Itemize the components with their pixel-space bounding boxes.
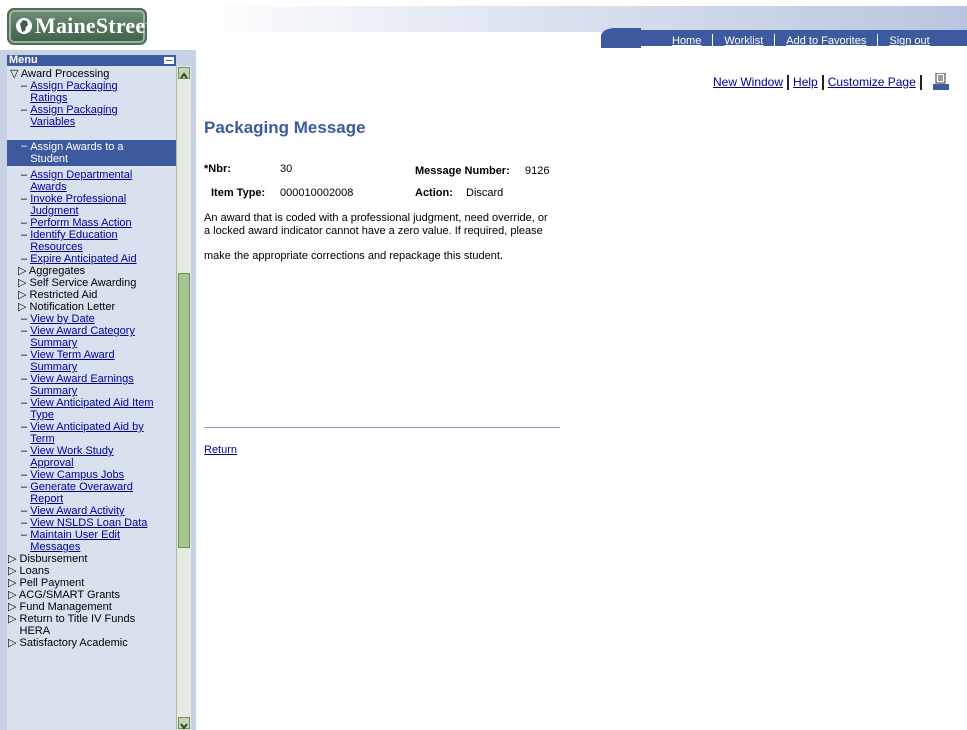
nav-separator [877, 34, 879, 48]
menu-item-assign-awards-to-a-student[interactable]: – Assign Awards to a Student [7, 140, 176, 166]
menu-folder-acg-smart-grants[interactable]: ▷ ACG/SMART Grants [8, 589, 176, 601]
menu-title: Menu [9, 54, 38, 66]
nav-home[interactable]: Home [672, 35, 701, 47]
menu-folder-return-to-title-iv-funds-hera[interactable]: ▷ Return to Title IV Funds HERA [8, 613, 176, 637]
menu-folder-award-processing[interactable]: ▽ Award Processing [10, 68, 176, 80]
expanded-triangle-icon: ▽ [10, 68, 21, 80]
menu-item-assign-departmental-awards[interactable]: – Assign Departmental Awards [21, 169, 176, 193]
collapsed-triangle-icon: ▷ [8, 589, 19, 601]
collapsed-triangle-icon: ▷ [8, 637, 20, 649]
help-link[interactable]: Help [793, 75, 818, 89]
collapsed-triangle-icon: ▷ [18, 277, 30, 289]
menu-folder-disbursement[interactable]: ▷ Disbursement [8, 553, 176, 565]
menu-folder-pell-payment[interactable]: ▷ Pell Payment [8, 577, 176, 589]
collapsed-triangle-icon: ▷ [8, 553, 20, 565]
maine-state-icon [16, 18, 32, 34]
menu-scrollbar[interactable] [176, 66, 191, 730]
nav-separator [774, 34, 776, 48]
menu-item-assign-packaging-ratings[interactable]: – Assign Packaging Ratings [21, 80, 176, 104]
nav-sign-out[interactable]: Sign out [889, 35, 929, 47]
collapsed-triangle-icon: ▷ [8, 601, 20, 613]
menu-folder-notification-letter[interactable]: ▷ Notification Letter [18, 301, 176, 313]
chevron-up-icon [180, 72, 188, 79]
link-separator [821, 75, 824, 91]
link-separator [919, 75, 922, 91]
message-number-label: Message Number: [415, 165, 510, 177]
scroll-thumb[interactable] [178, 273, 190, 548]
collapsed-triangle-icon: ▷ [8, 577, 20, 589]
action-value: Discard [466, 187, 504, 199]
menu-folder-restricted-aid[interactable]: ▷ Restricted Aid [18, 289, 176, 301]
menu-item-invoke-professional-judgment[interactable]: – Invoke Professional Judgment [21, 193, 176, 217]
customize-page-link[interactable]: Customize Page [828, 75, 916, 89]
menu-item-view-campus-jobs[interactable]: – View Campus Jobs [21, 469, 176, 481]
menu-item-view-term-award-summary[interactable]: – View Term Award Summary [21, 349, 176, 373]
brand-name: MaineStreet [35, 13, 153, 38]
nav-add-to-favorites[interactable]: Add to Favorites [786, 35, 866, 47]
menu-folder-satisfactory-academic[interactable]: ▷ Satisfactory Academic [8, 637, 176, 649]
menu-item-perform-mass-action[interactable]: – Perform Mass Action [21, 217, 176, 229]
collapsed-triangle-icon: ▷ [18, 289, 30, 301]
menu-tree: ▽ Award Processing – Assign Packaging Ra… [7, 66, 176, 730]
chevron-down-icon [180, 723, 188, 730]
menu-item-expire-anticipated-aid[interactable]: – Expire Anticipated Aid [21, 253, 176, 265]
action-label: Action: [415, 187, 453, 199]
item-type-value: 000010002008 [280, 187, 354, 199]
menu-folder-aggregates[interactable]: ▷ Aggregates [18, 265, 176, 277]
menu-header: Menu [7, 55, 176, 66]
menu-item-view-by-date[interactable]: – View by Date [21, 313, 176, 325]
collapsed-triangle-icon: ▷ [18, 301, 30, 313]
collapsed-triangle-icon: ▷ [18, 265, 29, 277]
menu-folder-loans[interactable]: ▷ Loans [8, 565, 176, 577]
menu-item-view-anticipated-aid-by-term[interactable]: – View Anticipated Aid by Term [21, 421, 176, 445]
message-number-value: 9126 [525, 165, 550, 177]
scroll-up-button[interactable] [178, 67, 190, 79]
page-title: Packaging Message [204, 118, 366, 137]
item-type-label: Item Type: [211, 187, 266, 199]
menu-item-assign-packaging-variables[interactable]: – Assign Packaging Variables [21, 104, 176, 128]
brand-area: MaineStreet [0, 0, 196, 50]
menu-item-view-work-study-approval[interactable]: – View Work Study Approval [21, 445, 176, 469]
menu-item-identify-education-resources[interactable]: – Identify Education Resources [21, 229, 176, 253]
menu-folder-self-service-awarding[interactable]: ▷ Self Service Awarding [18, 277, 176, 289]
top-banner: Home Worklist Add to Favorites Sign out [196, 0, 967, 50]
scroll-down-button[interactable] [178, 717, 190, 730]
return-link[interactable]: Return [204, 444, 237, 456]
menu-item-view-award-activity[interactable]: – View Award Activity [21, 505, 176, 517]
menu-item-view-anticipated-aid-item-type[interactable]: – View Anticipated Aid Item Type [21, 397, 176, 421]
menu-panel: Menu ▽ Award Processing – Assign Packagi… [0, 50, 196, 730]
link-separator [787, 75, 790, 91]
divider [204, 427, 560, 428]
new-window-link[interactable]: New Window [713, 75, 783, 89]
menu-item-view-award-category-summary[interactable]: – View Award Category Summary [21, 325, 176, 349]
collapsed-triangle-icon: ▷ [8, 613, 20, 625]
menu-item-view-award-earnings-summary[interactable]: – View Award Earnings Summary [21, 373, 176, 397]
nbr-value: 30 [280, 163, 293, 175]
menu-folder-fund-management[interactable]: ▷ Fund Management [8, 601, 176, 613]
menu-item-view-nslds-loan-data[interactable]: – View NSLDS Loan Data [21, 517, 176, 529]
nav-worklist[interactable]: Worklist [724, 35, 763, 47]
collapsed-triangle-icon: ▷ [8, 565, 20, 577]
message-text: An award that is coded with a profession… [204, 212, 548, 237]
nbr-label: *Nbr: [204, 163, 231, 175]
nav-separator [712, 34, 714, 48]
menu-item-maintain-user-edit-messages[interactable]: – Maintain User Edit Messages [21, 529, 176, 553]
page-links: New Window Help Customize Page [713, 75, 926, 91]
mainestreet-logo[interactable]: MaineStreet [7, 8, 153, 45]
message-explanation: make the appropriate corrections and rep… [204, 250, 504, 262]
http-link-icon[interactable] [933, 72, 949, 91]
menu-item-generate-overaward-report[interactable]: – Generate Overaward Report [21, 481, 176, 505]
minimize-menu-icon[interactable] [164, 57, 174, 64]
